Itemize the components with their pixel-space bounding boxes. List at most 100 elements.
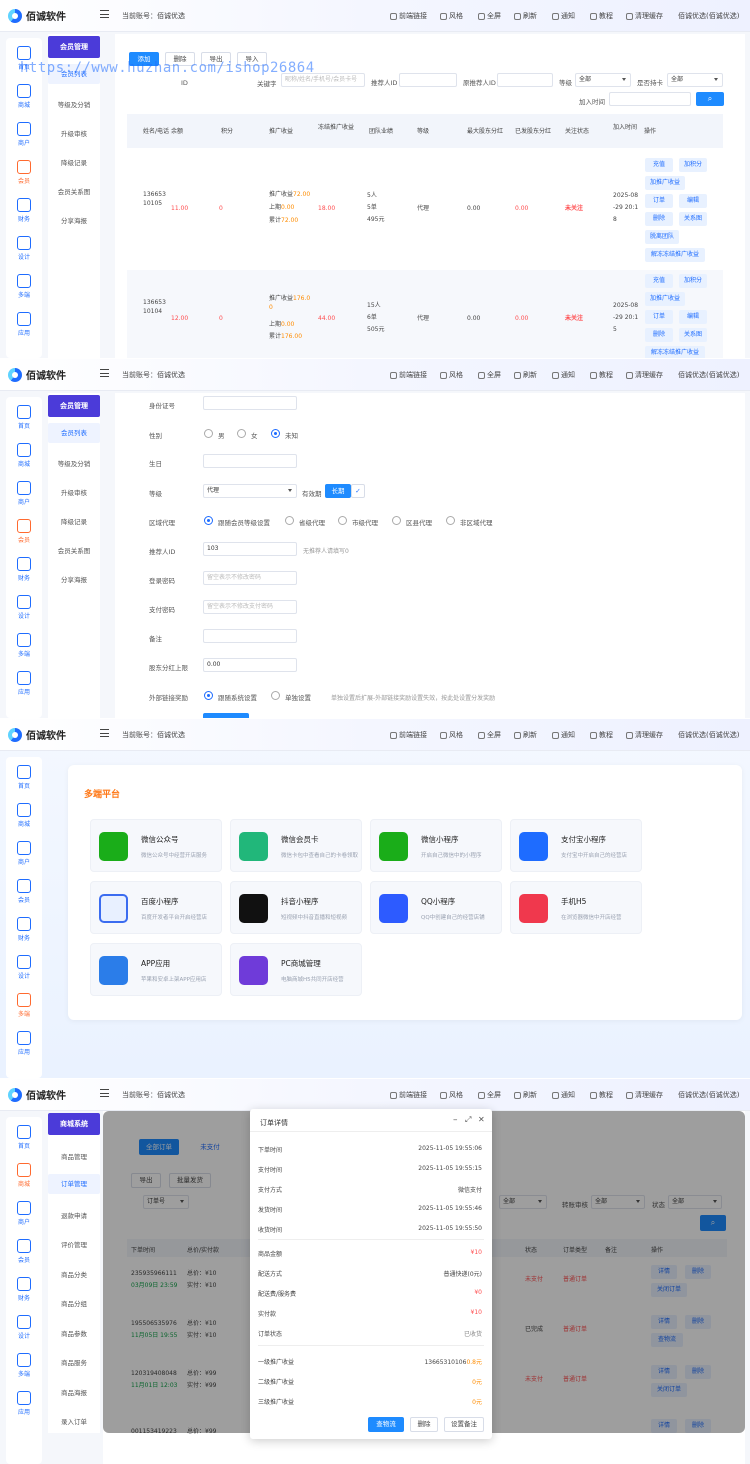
card-alipay-mini[interactable]: 支付宝小程序 支付宝中开启自己的经营店	[510, 819, 642, 872]
notify-button[interactable]: 通知	[552, 730, 575, 740]
sidebar-item-mall[interactable]: 商城	[6, 439, 42, 473]
sidebar-item-merchant[interactable]: 商户	[6, 837, 42, 871]
ext-follow-radio[interactable]	[204, 691, 213, 700]
card-qq-mini[interactable]: QQ小程序 QQ中创建自己的经营店铺	[370, 881, 502, 934]
region-none-radio[interactable]	[446, 516, 455, 525]
sidebar-item-mall[interactable]: 商城	[6, 1159, 42, 1193]
submenu-params[interactable]: 商品参数	[48, 1328, 100, 1338]
sidebar-item-mall[interactable]: 商城	[6, 80, 42, 114]
sidebar-item-mall[interactable]: 商城	[6, 799, 42, 833]
sidebar-item-multi[interactable]: 多端	[6, 1349, 42, 1383]
sidebar-item-apps[interactable]: 应用	[6, 667, 42, 701]
gender-male-radio[interactable]	[204, 429, 213, 438]
op-unfreeze[interactable]: 解冻冻结推广收益	[645, 248, 705, 262]
submenu-orders[interactable]: 订单管理	[48, 1174, 100, 1194]
submenu-relation[interactable]: 会员关系图	[48, 186, 100, 196]
close-icon[interactable]: ✕	[478, 1115, 485, 1124]
sidebar-item-apps[interactable]: 应用	[6, 1387, 42, 1421]
sidebar-item-merchant[interactable]: 商户	[6, 118, 42, 152]
sidebar-item-finance[interactable]: 财务	[6, 913, 42, 947]
sidebar-item-home[interactable]: 首页	[6, 1121, 42, 1155]
region-city-radio[interactable]	[338, 516, 347, 525]
submenu-category[interactable]: 商品分类	[48, 1269, 100, 1279]
remark-input[interactable]	[203, 629, 297, 643]
sidebar-item-member[interactable]: 会员	[6, 156, 42, 190]
front-link[interactable]: 前端链接	[390, 370, 427, 380]
join-time-input[interactable]	[609, 92, 691, 106]
user-menu[interactable]: 佰诚优选(佰诚优选)	[678, 730, 739, 740]
sidebar-item-apps[interactable]: 应用	[6, 1027, 42, 1061]
op-delete[interactable]: 删除	[645, 212, 673, 226]
login-pwd-input[interactable]: 留空表示不修改密码	[203, 571, 297, 585]
div-cap-input[interactable]: 0.00	[203, 658, 297, 672]
card-baidu-mini[interactable]: 百度小程序 百度开发者平台开启经营店	[90, 881, 222, 934]
sidebar-item-member[interactable]: 会员	[6, 515, 42, 549]
clear-cache-button[interactable]: 清理缓存	[626, 730, 663, 740]
tutorial-button[interactable]: 教程	[590, 370, 613, 380]
sidebar-item-home[interactable]: 首页	[6, 761, 42, 795]
submenu-upgrade[interactable]: 升级审核	[48, 487, 100, 497]
gender-female-radio[interactable]	[237, 429, 246, 438]
menu-toggle-icon[interactable]	[100, 10, 109, 18]
submenu-poster[interactable]: 商品海报	[48, 1387, 100, 1397]
clear-cache-button[interactable]: 清理缓存	[626, 370, 663, 380]
sidebar-item-member[interactable]: 会员	[6, 875, 42, 909]
sidebar-item-design[interactable]: 设计	[6, 232, 42, 266]
refresh-button[interactable]: 刷新	[514, 11, 537, 21]
sidebar-item-multi[interactable]: 多端	[6, 629, 42, 663]
front-link[interactable]: 前端链接	[390, 1090, 427, 1100]
card-pc[interactable]: PC商城管理 电脑商城H5共同开店经营	[230, 943, 362, 996]
user-menu[interactable]: 佰诚优选(佰诚优选)	[678, 1090, 739, 1100]
birthday-input[interactable]	[203, 454, 297, 468]
notify-button[interactable]: 通知	[552, 370, 575, 380]
menu-toggle-icon[interactable]	[100, 369, 109, 377]
sidebar-item-apps[interactable]: 应用	[6, 308, 42, 342]
submenu-poster[interactable]: 分享海报	[48, 574, 100, 584]
user-menu[interactable]: 佰诚优选(佰诚优选)	[678, 370, 739, 380]
tutorial-button[interactable]: 教程	[590, 730, 613, 740]
card-douyin-mini[interactable]: 抖音小程序 短视频中抖音直播和短视频	[230, 881, 362, 934]
refresh-button[interactable]: 刷新	[514, 730, 537, 740]
minimize-icon[interactable]: –	[453, 1115, 458, 1125]
submenu-downgrade[interactable]: 降级记录	[48, 157, 100, 167]
op-edit[interactable]: 编辑	[679, 194, 707, 208]
view-logistics-button[interactable]: 查物流	[368, 1417, 404, 1432]
sidebar-item-design[interactable]: 设计	[6, 1311, 42, 1345]
op-relation[interactable]: 关系图	[679, 328, 707, 342]
card-wechat-mp[interactable]: 微信公众号 微信公众号中经营开店服务	[90, 819, 222, 872]
menu-toggle-icon[interactable]	[100, 729, 109, 737]
fullscreen-button[interactable]: 全屏	[478, 370, 501, 380]
fullscreen-button[interactable]: 全屏	[478, 1090, 501, 1100]
submenu-downgrade[interactable]: 降级记录	[48, 516, 100, 526]
card-h5[interactable]: 手机H5 在浏览器微信中开店经营	[510, 881, 642, 934]
style-button[interactable]: 风格	[440, 730, 463, 740]
op-leave-team[interactable]: 脱离团队	[645, 230, 679, 244]
sidebar-item-design[interactable]: 设计	[6, 591, 42, 625]
referrer-input[interactable]	[399, 73, 457, 87]
submenu-levels[interactable]: 等级及分销	[48, 99, 100, 109]
level-select[interactable]: 代理	[203, 484, 297, 498]
region-province-radio[interactable]	[285, 516, 294, 525]
clear-cache-button[interactable]: 清理缓存	[626, 11, 663, 21]
check-icon[interactable]: ✓	[351, 484, 365, 498]
op-order[interactable]: 订单	[645, 310, 673, 324]
op-add-promo[interactable]: 加推广收益	[645, 176, 685, 190]
style-button[interactable]: 风格	[440, 1090, 463, 1100]
refresh-button[interactable]: 刷新	[514, 370, 537, 380]
op-edit[interactable]: 编辑	[679, 310, 707, 324]
sidebar-item-finance[interactable]: 财务	[6, 553, 42, 587]
op-add-promo[interactable]: 加推广收益	[645, 292, 685, 306]
submenu-levels[interactable]: 等级及分销	[48, 458, 100, 468]
card-wechat-mini[interactable]: 微信小程序 开启自己微信中的小程序	[370, 819, 502, 872]
notify-button[interactable]: 通知	[552, 11, 575, 21]
sidebar-item-member[interactable]: 会员	[6, 1235, 42, 1269]
region-follow-radio[interactable]	[204, 516, 213, 525]
submenu-group[interactable]: 商品分组	[48, 1298, 100, 1308]
fullscreen-button[interactable]: 全屏	[478, 730, 501, 740]
submenu-reviews[interactable]: 评价管理	[48, 1239, 100, 1249]
region-county-radio[interactable]	[392, 516, 401, 525]
op-recharge[interactable]: 充值	[645, 158, 673, 172]
menu-toggle-icon[interactable]	[100, 1089, 109, 1097]
ext-custom-radio[interactable]	[271, 691, 280, 700]
referrer-input[interactable]: 103	[203, 542, 297, 556]
